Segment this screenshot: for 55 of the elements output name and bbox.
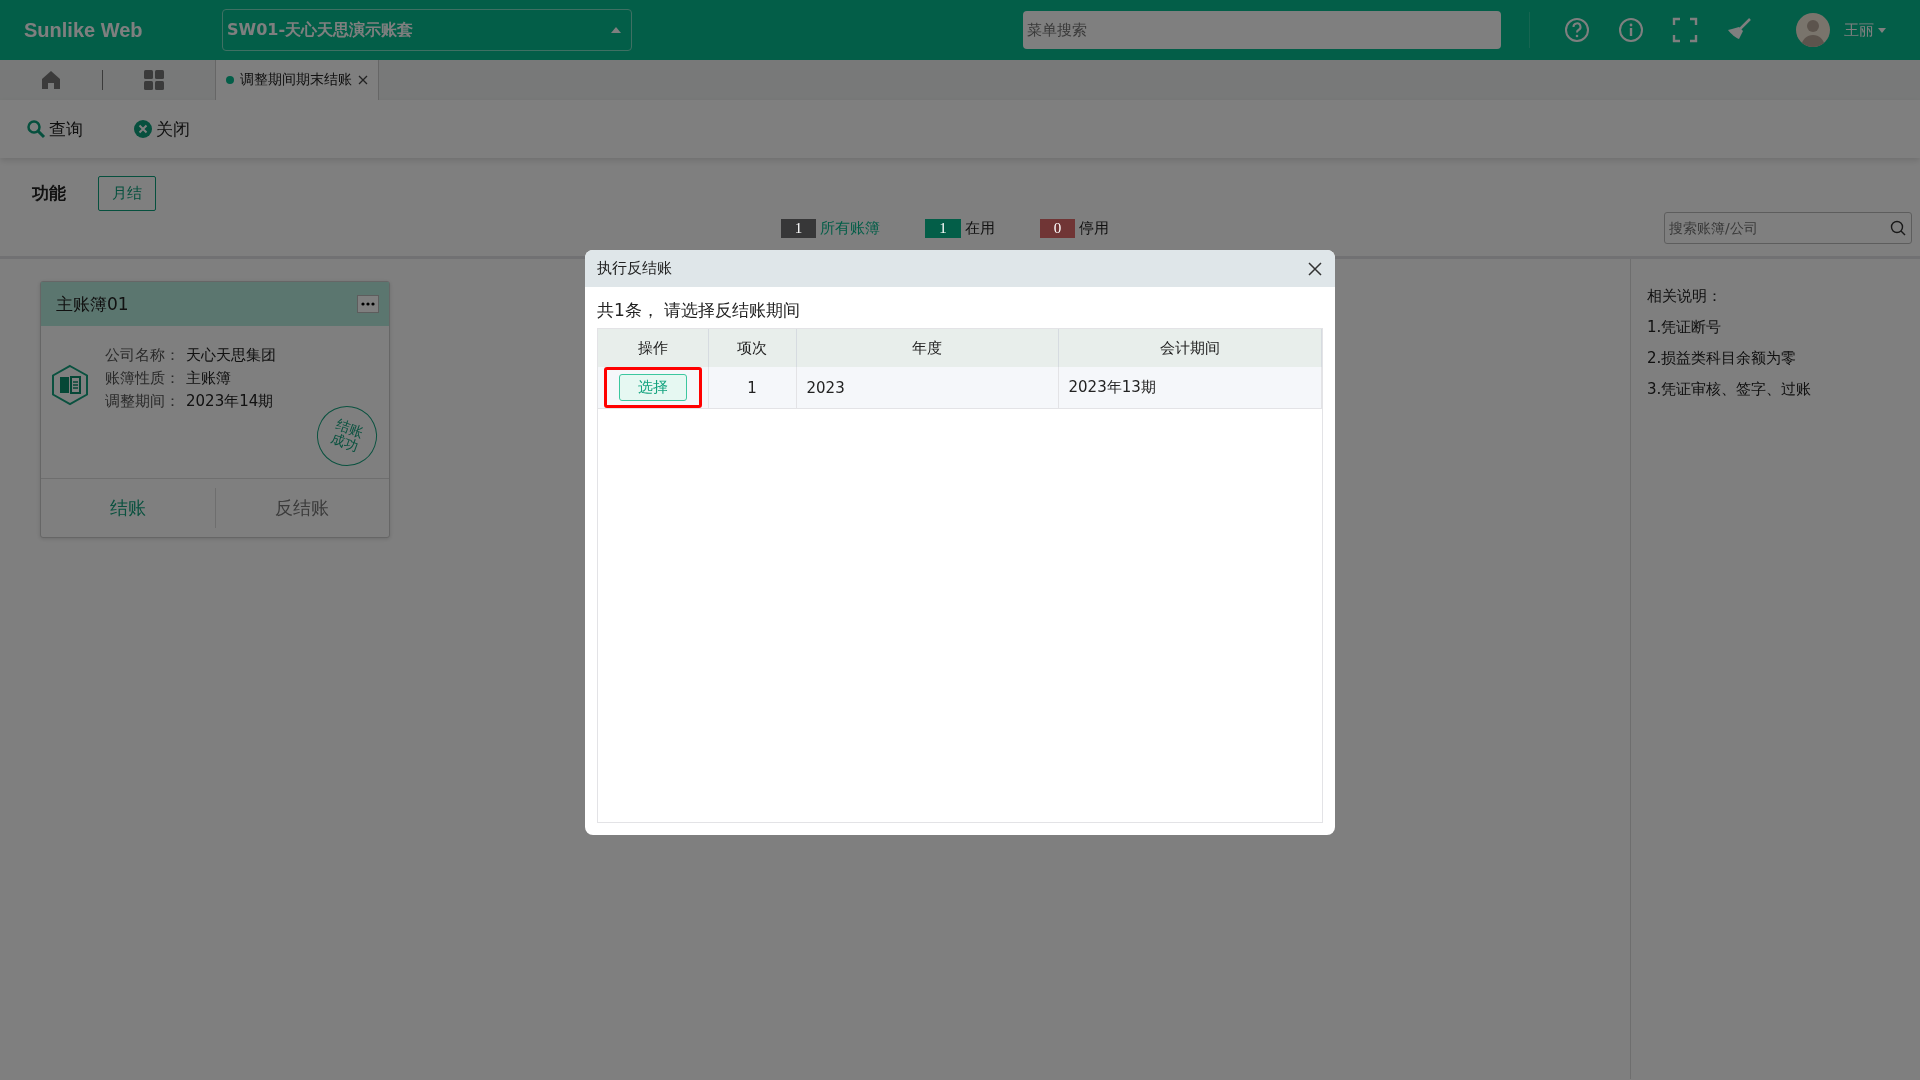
month-end-button[interactable]: 月结 bbox=[98, 176, 156, 211]
fullscreen-icon[interactable] bbox=[1672, 17, 1698, 43]
field-label: 调整期间： bbox=[105, 392, 180, 411]
more-icon[interactable] bbox=[357, 295, 379, 313]
help-icon[interactable] bbox=[1564, 17, 1590, 43]
field-label: 公司名称： bbox=[105, 346, 180, 365]
status-filter[interactable]: 停用 bbox=[1079, 219, 1110, 238]
user-menu[interactable]: 王丽 bbox=[1844, 20, 1886, 40]
close-circle-icon bbox=[133, 119, 153, 139]
caret-up-icon bbox=[611, 27, 621, 33]
field-value: 天心天思集团 bbox=[186, 346, 276, 365]
app-logo: Sunlike Web bbox=[24, 18, 144, 42]
function-label: 功能 bbox=[32, 182, 66, 205]
close-icon[interactable] bbox=[358, 75, 368, 85]
notes-title: 相关说明： bbox=[1647, 287, 1723, 306]
query-button[interactable]: 查询 bbox=[26, 117, 83, 141]
reverse-close-button[interactable]: 反结账 bbox=[214, 488, 389, 528]
dialog-title: 执行反结账 bbox=[597, 259, 672, 278]
count-badge: 1 bbox=[780, 219, 817, 238]
close-icon[interactable] bbox=[1307, 260, 1323, 277]
column-header: 会计期间 bbox=[1058, 329, 1322, 367]
column-header: 年度 bbox=[796, 329, 1058, 367]
dialog-summary: 共1条， 请选择反结账期间 bbox=[596, 299, 802, 322]
status-filter[interactable]: 所有账簿 bbox=[820, 219, 881, 238]
count-badge: 0 bbox=[1039, 219, 1076, 238]
close-button[interactable]: 关闭 bbox=[133, 117, 190, 141]
account-select[interactable]: SW01-天心天思演示账套 bbox=[222, 9, 632, 51]
field-label: 账簿性质： bbox=[105, 369, 180, 388]
home-icon[interactable] bbox=[40, 69, 62, 91]
caret-icon bbox=[1878, 27, 1886, 33]
book-search-field[interactable]: 搜索账簿/公司 bbox=[1664, 212, 1912, 244]
note-item: 3.凭证审核、签字、过账 bbox=[1647, 380, 1813, 399]
search-icon[interactable] bbox=[1890, 220, 1906, 236]
select-button[interactable]: 选择 bbox=[618, 374, 687, 401]
status-filter[interactable]: 在用 bbox=[964, 219, 995, 238]
table-cell: 2023年13期 bbox=[1058, 367, 1322, 409]
count-badge: 1 bbox=[925, 219, 961, 238]
table-cell: 1 bbox=[708, 367, 796, 409]
book-icon bbox=[49, 364, 91, 406]
close-books-button[interactable]: 结账 bbox=[41, 488, 215, 528]
note-item: 2.损益类科目余额为零 bbox=[1647, 349, 1798, 368]
status-dot bbox=[226, 76, 234, 84]
column-header: 项次 bbox=[708, 329, 796, 367]
card-title: 主账簿01 bbox=[56, 292, 129, 316]
table-cell: 2023 bbox=[796, 367, 1058, 409]
info-icon[interactable] bbox=[1618, 17, 1644, 43]
menu-search-field[interactable]: 菜单搜索 bbox=[1023, 11, 1501, 49]
note-item: 1.凭证断号 bbox=[1647, 318, 1723, 337]
column-header: 操作 bbox=[598, 329, 708, 367]
field-value: 主账簿 bbox=[186, 369, 232, 388]
page-tab[interactable]: 调整期间期末结账 bbox=[215, 60, 379, 100]
grid-icon[interactable] bbox=[143, 69, 165, 91]
field-value: 2023年14期 bbox=[186, 392, 275, 411]
search-icon bbox=[26, 119, 46, 139]
user-avatar[interactable] bbox=[1796, 13, 1830, 47]
